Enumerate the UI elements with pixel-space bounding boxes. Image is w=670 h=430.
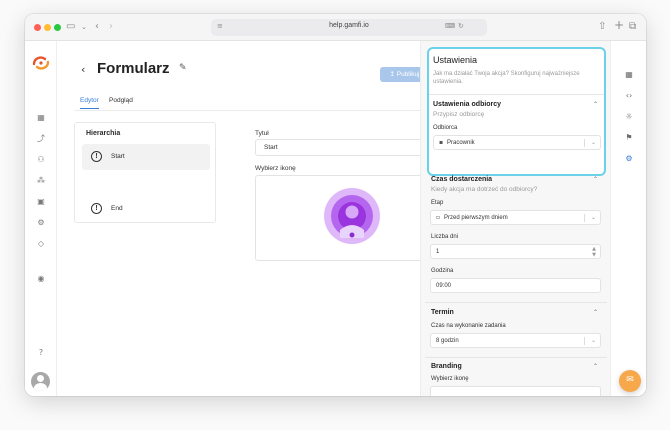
chevron-down-icon: ⌄ — [590, 337, 596, 344]
flag-icon[interactable]: ⚑ — [622, 131, 636, 145]
divider — [425, 302, 607, 303]
collapse-icon[interactable]: ⌃ — [593, 176, 598, 183]
deadline-select[interactable]: 8 godzin ⌄ — [430, 333, 601, 348]
edit-title-icon[interactable]: ✎ — [179, 63, 187, 73]
time-input[interactable]: 09:00 — [430, 278, 601, 293]
hierarchy-node-start[interactable]: ! Start — [82, 144, 210, 170]
grid-icon[interactable]: ▦ — [622, 68, 636, 82]
settings-panel: Ustawienia Jak ma działać Twoja akcja? S… — [420, 41, 610, 396]
code-icon[interactable]: ‹› — [622, 89, 636, 103]
divider — [425, 357, 607, 358]
delivery-note: Kiedy akcja ma dotrzeć do odbiorcy? — [431, 186, 538, 193]
stage-select[interactable]: ▫ Przed pierwszym dniem ⌄ — [430, 210, 601, 225]
branding-icon-picker[interactable] — [430, 386, 601, 396]
settings-icon[interactable]: ⚙ — [34, 216, 48, 230]
stepper-icon[interactable]: ▼ — [592, 252, 596, 258]
alert-icon: ! — [91, 203, 102, 214]
gamfi-logo[interactable] — [31, 55, 51, 71]
sidebar-icon[interactable]: ▭ — [66, 20, 75, 34]
back-icon[interactable]: ‹ — [95, 20, 99, 34]
title-label: Tytuł — [255, 130, 269, 137]
collapse-icon[interactable]: ⌃ — [593, 309, 598, 316]
divider — [429, 94, 604, 95]
deadline-section-title: Termin — [431, 309, 454, 316]
close-window-button[interactable] — [34, 24, 41, 31]
user-badge-icon — [324, 188, 380, 244]
tabs-icon[interactable]: ⧉ — [629, 20, 636, 34]
tab-preview[interactable]: Podgląd — [109, 97, 133, 104]
collapse-icon[interactable]: ⌃ — [593, 363, 598, 370]
browser-titlebar: ▭ ⌄ ‹ › ≡ help.gamfi.io ⌨ ↻ ⇧ + ⧉ — [25, 14, 646, 41]
recipient-label: Odbiorca — [433, 125, 458, 131]
maximize-window-button[interactable] — [54, 24, 61, 31]
users-icon[interactable]: ⚇ — [34, 153, 48, 167]
editor-main: ‹ Formularz ✎ ↥ Publikuj Edytor Podgląd … — [57, 41, 449, 396]
time-label: Godzina — [431, 268, 454, 274]
dashboard-icon[interactable]: ▦ — [34, 111, 48, 125]
user-circle-icon[interactable]: ◉ — [34, 272, 48, 286]
chat-icon: ✉ — [626, 375, 634, 385]
collapse-icon[interactable]: ⌃ — [593, 101, 598, 108]
translate-icon[interactable]: ⌨ — [445, 22, 455, 30]
editor-tabs: Edytor Podgląd — [74, 95, 424, 111]
chevron-down-icon: ⌄ — [590, 214, 596, 221]
days-label: Liczba dni — [431, 234, 459, 240]
delivery-section-title: Czas dostarczenia — [431, 176, 493, 183]
reload-icon[interactable]: ↻ — [458, 22, 464, 30]
address-bar[interactable]: ≡ help.gamfi.io ⌨ ↻ — [211, 19, 487, 36]
settings-title: Ustawienia — [433, 55, 478, 65]
calendar-icon: ▫ — [436, 214, 441, 221]
flow-icon[interactable]: ⤴ — [34, 132, 48, 146]
chevron-down-icon: ⌄ — [590, 139, 596, 146]
forward-icon[interactable]: › — [109, 20, 113, 34]
settings-subtitle: Jak ma działać Twoja akcja? Skonfiguruj … — [433, 71, 580, 85]
bug-icon[interactable]: ☼ — [622, 110, 636, 124]
tab-editor[interactable]: Edytor — [80, 97, 99, 109]
chevron-down-icon[interactable]: ⌄ — [81, 20, 87, 34]
hierarchy-panel: Hierarchia ! Start ! End — [74, 122, 216, 223]
icon-label: Wybierz ikonę — [255, 165, 296, 172]
new-tab-icon[interactable]: + — [614, 18, 624, 32]
recipient-note: Przypisz odbiorcę — [433, 111, 485, 118]
help-icon[interactable]: ? — [34, 346, 48, 360]
avatar[interactable] — [31, 372, 50, 391]
clipboard-icon[interactable]: ▣ — [34, 195, 48, 209]
alert-icon: ! — [91, 151, 102, 162]
days-input[interactable]: 1 ▲ ▼ — [430, 244, 601, 259]
tag-icon[interactable]: ◇ — [34, 237, 48, 251]
node-label: End — [111, 205, 123, 212]
deadline-label: Czas na wykonanie zadania — [431, 323, 506, 329]
back-button[interactable]: ‹ — [81, 63, 85, 76]
minimize-window-button[interactable] — [44, 24, 51, 31]
hierarchy-node-end[interactable]: ! End — [82, 196, 210, 222]
branding-section-title: Branding — [431, 363, 462, 370]
settings-highlight-box: Ustawienia Jak ma działać Twoja akcja? S… — [427, 47, 606, 176]
share-icon[interactable]: ⇧ — [598, 20, 606, 34]
branding-icon-label: Wybierz ikonę — [431, 376, 469, 382]
left-nav: ▦ ⤴ ⚇ ⁂ ▣ ⚙ ◇ ◉ ? — [25, 41, 57, 396]
groups-icon[interactable]: ⁂ — [34, 174, 48, 188]
hierarchy-title: Hierarchia — [86, 130, 121, 137]
recipient-select[interactable]: ▪ Pracownik ⌄ — [433, 135, 601, 150]
page-title: Formularz — [97, 60, 170, 77]
id-card-icon: ▪ — [439, 139, 444, 146]
browser-window: ▭ ⌄ ‹ › ≡ help.gamfi.io ⌨ ↻ ⇧ + ⧉ ▦ ⤴ ⚇ … — [25, 14, 646, 396]
stage-label: Etap — [431, 200, 444, 206]
right-tool-rail: ▦ ‹› ☼ ⚑ ⚙ — [610, 41, 646, 396]
recipient-section-title: Ustawienia odbiorcy — [433, 101, 502, 108]
node-label: Start — [111, 153, 125, 160]
settings-icon[interactable]: ⚙ — [622, 152, 636, 166]
chat-button[interactable]: ✉ — [619, 370, 641, 392]
